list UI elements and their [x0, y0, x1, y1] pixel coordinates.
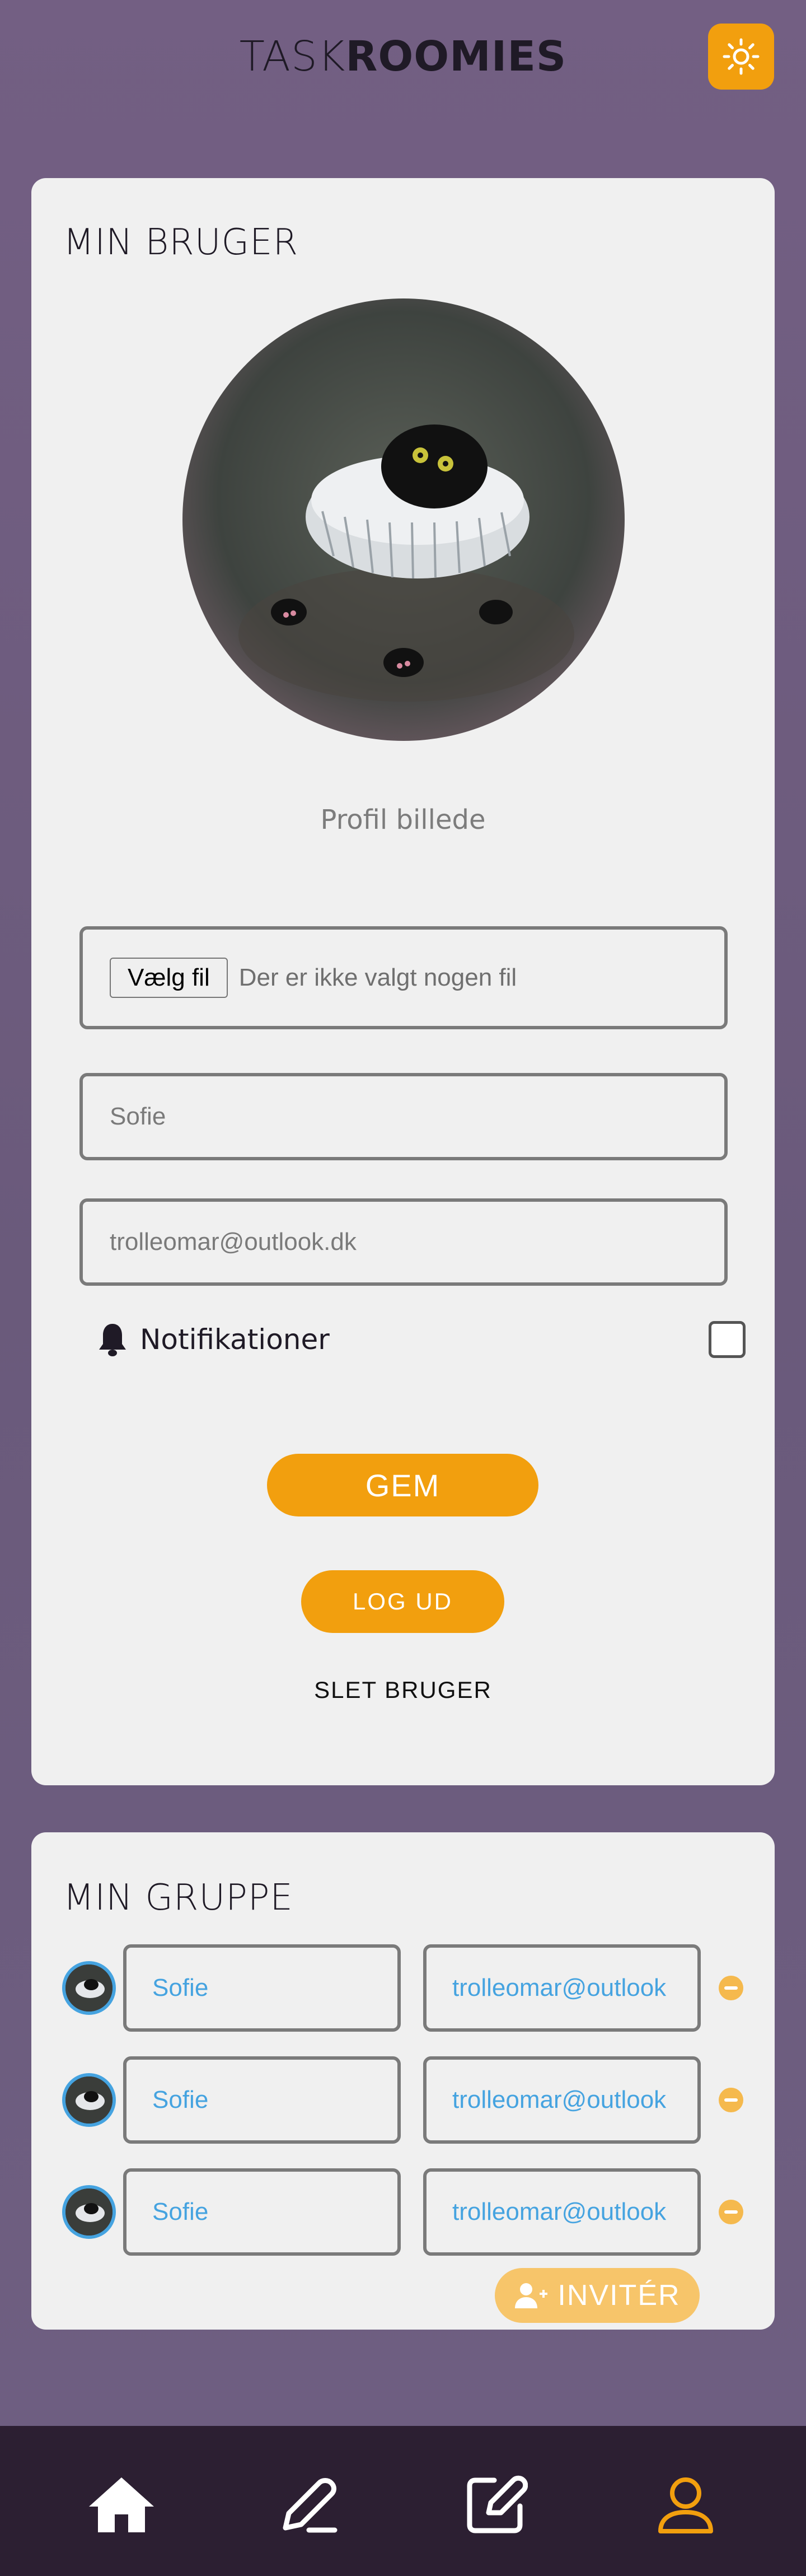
minus-icon	[724, 2210, 738, 2214]
delete-user-button[interactable]: SLET BRUGER	[31, 1677, 775, 1704]
member-name-field[interactable]: Sofie	[123, 2056, 401, 2144]
name-input[interactable]: Sofie	[79, 1073, 728, 1160]
profile-picture-caption: Profil billede	[320, 804, 486, 836]
member-avatar	[62, 1961, 116, 2015]
add-user-icon	[515, 2283, 548, 2308]
home-icon	[89, 2477, 154, 2532]
profile-picture	[182, 298, 625, 741]
app-header: TASKROOMIES	[0, 0, 806, 112]
user-card-title: MIN BRUGER	[63, 222, 299, 263]
member-email-field[interactable]: trolleomar@outlook	[423, 2168, 701, 2256]
save-button[interactable]: GEM	[267, 1454, 538, 1516]
user-icon	[658, 2477, 713, 2533]
sun-icon	[723, 38, 760, 75]
bell-icon	[99, 1324, 126, 1356]
remove-member-button[interactable]	[719, 2088, 743, 2112]
member-row: Sofie trolleomar@outlook	[31, 1944, 775, 2032]
member-avatar	[62, 2185, 116, 2239]
logout-button[interactable]: LOG UD	[301, 1570, 504, 1633]
choose-file-button[interactable]: Vælg fil	[110, 958, 228, 998]
minus-icon	[724, 2098, 738, 2102]
nav-pencil[interactable]	[272, 2468, 345, 2541]
member-row: Sofie trolleomar@outlook	[31, 2056, 775, 2144]
notifications-checkbox[interactable]	[709, 1321, 746, 1358]
nav-profile[interactable]	[649, 2468, 722, 2541]
group-card-title: MIN GRUPPE	[63, 1877, 293, 1919]
notifications-row: Notifikationer	[96, 1317, 746, 1362]
notifications-label: Notifikationer	[140, 1323, 330, 1356]
user-card: MIN BRUGER Profil billede Vælg fil Der e…	[31, 178, 775, 1785]
group-card: MIN GRUPPE Sofie trolleomar@outlook Sofi…	[31, 1832, 775, 2330]
remove-member-button[interactable]	[719, 2200, 743, 2224]
edit-icon	[467, 2475, 528, 2533]
member-name-field[interactable]: Sofie	[123, 2168, 401, 2256]
minus-icon	[724, 1986, 738, 1990]
nav-edit[interactable]	[459, 2468, 532, 2541]
invite-label: INVITÉR	[557, 2279, 681, 2312]
email-input[interactable]: trolleomar@outlook.dk	[79, 1198, 728, 1286]
member-row: Sofie trolleomar@outlook	[31, 2168, 775, 2256]
file-status-text: Der er ikke valgt nogen fil	[238, 964, 517, 991]
theme-toggle-button[interactable]	[708, 24, 774, 90]
nav-home[interactable]	[85, 2468, 158, 2541]
pencil-icon	[283, 2478, 338, 2533]
app-logo: TASKROOMIES	[239, 32, 567, 81]
member-email-field[interactable]: trolleomar@outlook	[423, 1944, 701, 2032]
invite-button[interactable]: INVITÉR	[495, 2268, 700, 2323]
member-avatar	[62, 2073, 116, 2127]
file-upload-field: Vælg fil Der er ikke valgt nogen fil	[79, 926, 728, 1029]
remove-member-button[interactable]	[719, 1976, 743, 2000]
member-email-field[interactable]: trolleomar@outlook	[423, 2056, 701, 2144]
bottom-navigation	[0, 2426, 806, 2576]
member-name-field[interactable]: Sofie	[123, 1944, 401, 2032]
